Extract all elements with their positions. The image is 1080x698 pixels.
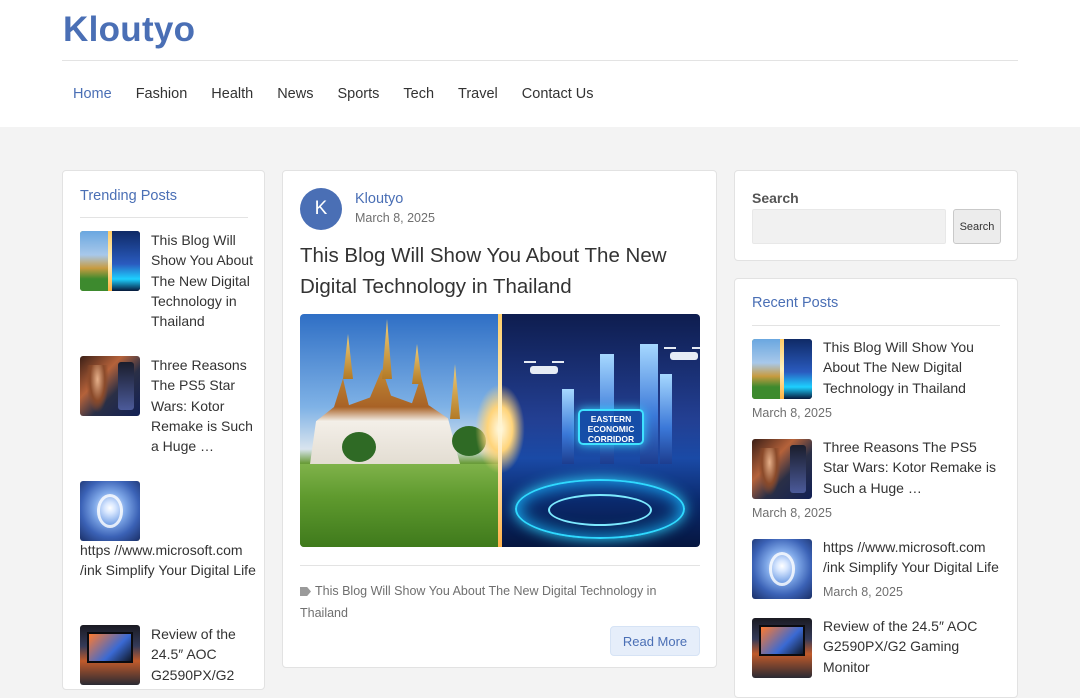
nav-item-home[interactable]: Home	[61, 84, 124, 104]
recent-item: https //www.microsoft.com /ink Simplify …	[752, 539, 1002, 604]
recent-item-date: March 8, 2025	[752, 506, 832, 520]
aoc-monitor-image[interactable]	[80, 625, 140, 685]
post-tags: This Blog Will Show You About The New Di…	[300, 581, 700, 624]
post-featured-image[interactable]: EASTERN ECONOMIC CORRIDOR	[300, 314, 700, 547]
recent-item-date: March 8, 2025	[823, 585, 903, 599]
ps5-star-wars-image[interactable]	[80, 356, 140, 416]
drone-icon	[664, 347, 700, 360]
rice-field	[300, 464, 500, 547]
ps5-star-wars-image[interactable]	[752, 439, 812, 499]
aoc-monitor-image[interactable]	[752, 618, 812, 678]
author-avatar[interactable]: K	[300, 188, 342, 230]
thailand-technology-image[interactable]	[80, 231, 140, 291]
nav-item-fashion[interactable]: Fashion	[124, 84, 200, 104]
post-author[interactable]: Kloutyo	[355, 191, 403, 207]
nav-item-health[interactable]: Health	[199, 84, 265, 104]
recent-item: Three Reasons The PS5 Star Wars: Kotor R…	[752, 439, 1002, 524]
post-tag-link[interactable]: This Blog Will Show You About The New Di…	[300, 584, 656, 620]
recent-item: This Blog Will Show You About The New Di…	[752, 339, 1002, 424]
tag-icon	[300, 587, 311, 596]
recent-posts-widget: Recent Posts This Blog Will Show You Abo…	[734, 278, 1018, 698]
recent-posts-title: Recent Posts	[752, 295, 839, 311]
post-title[interactable]: This Blog Will Show You About The New Di…	[300, 241, 700, 302]
thailand-technology-image[interactable]	[752, 339, 812, 399]
site-header: Kloutyo Home Fashion Health News Sports …	[0, 0, 1080, 127]
widget-divider	[80, 217, 248, 218]
header-divider	[62, 60, 1018, 61]
site-title[interactable]: Kloutyo	[63, 10, 195, 50]
trending-item: https //www.microsoft.com /ink Simplify …	[80, 481, 260, 601]
post-card: K Kloutyo March 8, 2025 This Blog Will S…	[282, 170, 717, 668]
trending-posts-widget: Trending Posts This Blog Will Show You A…	[62, 170, 265, 690]
trending-item: Review of the 24.5″ AOC G2590PX/G2 Gamin…	[80, 624, 261, 689]
trending-item-title[interactable]: https //www.microsoft.com /ink Simplify …	[80, 540, 260, 581]
post-date: March 8, 2025	[355, 211, 435, 225]
recent-item-date: March 8, 2025	[752, 406, 832, 420]
microsoft-link-image[interactable]	[752, 539, 812, 599]
trending-item-title[interactable]: Review of the 24.5″ AOC G2590PX/G2 Gamin…	[151, 624, 261, 689]
eec-sign: EASTERN ECONOMIC CORRIDOR	[578, 409, 644, 445]
main-nav: Home Fashion Health News Sports Tech Tra…	[61, 84, 606, 104]
nav-item-contact-us[interactable]: Contact Us	[510, 84, 606, 104]
nav-item-travel[interactable]: Travel	[446, 84, 510, 104]
search-label: Search	[752, 190, 799, 206]
microsoft-link-image[interactable]	[80, 481, 140, 541]
search-widget: Search Search	[734, 170, 1018, 261]
recent-item-title[interactable]: This Blog Will Show You About The New Di…	[823, 337, 1003, 398]
trending-item: This Blog Will Show You About The New Di…	[80, 231, 260, 331]
nav-item-tech[interactable]: Tech	[391, 84, 446, 104]
nav-item-news[interactable]: News	[265, 84, 325, 104]
post-divider	[300, 565, 700, 566]
trending-posts-title: Trending Posts	[80, 188, 177, 204]
recent-item-title[interactable]: Three Reasons The PS5 Star Wars: Kotor R…	[823, 437, 1003, 498]
drone-icon	[524, 361, 564, 374]
search-button[interactable]: Search	[953, 209, 1001, 244]
recent-item: Review of the 24.5″ AOC G2590PX/G2 Gamin…	[752, 616, 1003, 697]
trending-item-title[interactable]: This Blog Will Show You About The New Di…	[151, 230, 261, 331]
recent-item-title[interactable]: https //www.microsoft.com /ink Simplify …	[823, 537, 1003, 578]
trending-item-title[interactable]: Three Reasons The PS5 Star Wars: Kotor R…	[151, 355, 261, 456]
search-input[interactable]	[752, 209, 946, 244]
nav-item-sports[interactable]: Sports	[325, 84, 391, 104]
recent-item-title[interactable]: Review of the 24.5″ AOC G2590PX/G2 Gamin…	[823, 616, 1003, 677]
widget-divider	[752, 325, 1000, 326]
read-more-button[interactable]: Read More	[610, 626, 700, 656]
trending-item: Three Reasons The PS5 Star Wars: Kotor R…	[80, 356, 260, 456]
